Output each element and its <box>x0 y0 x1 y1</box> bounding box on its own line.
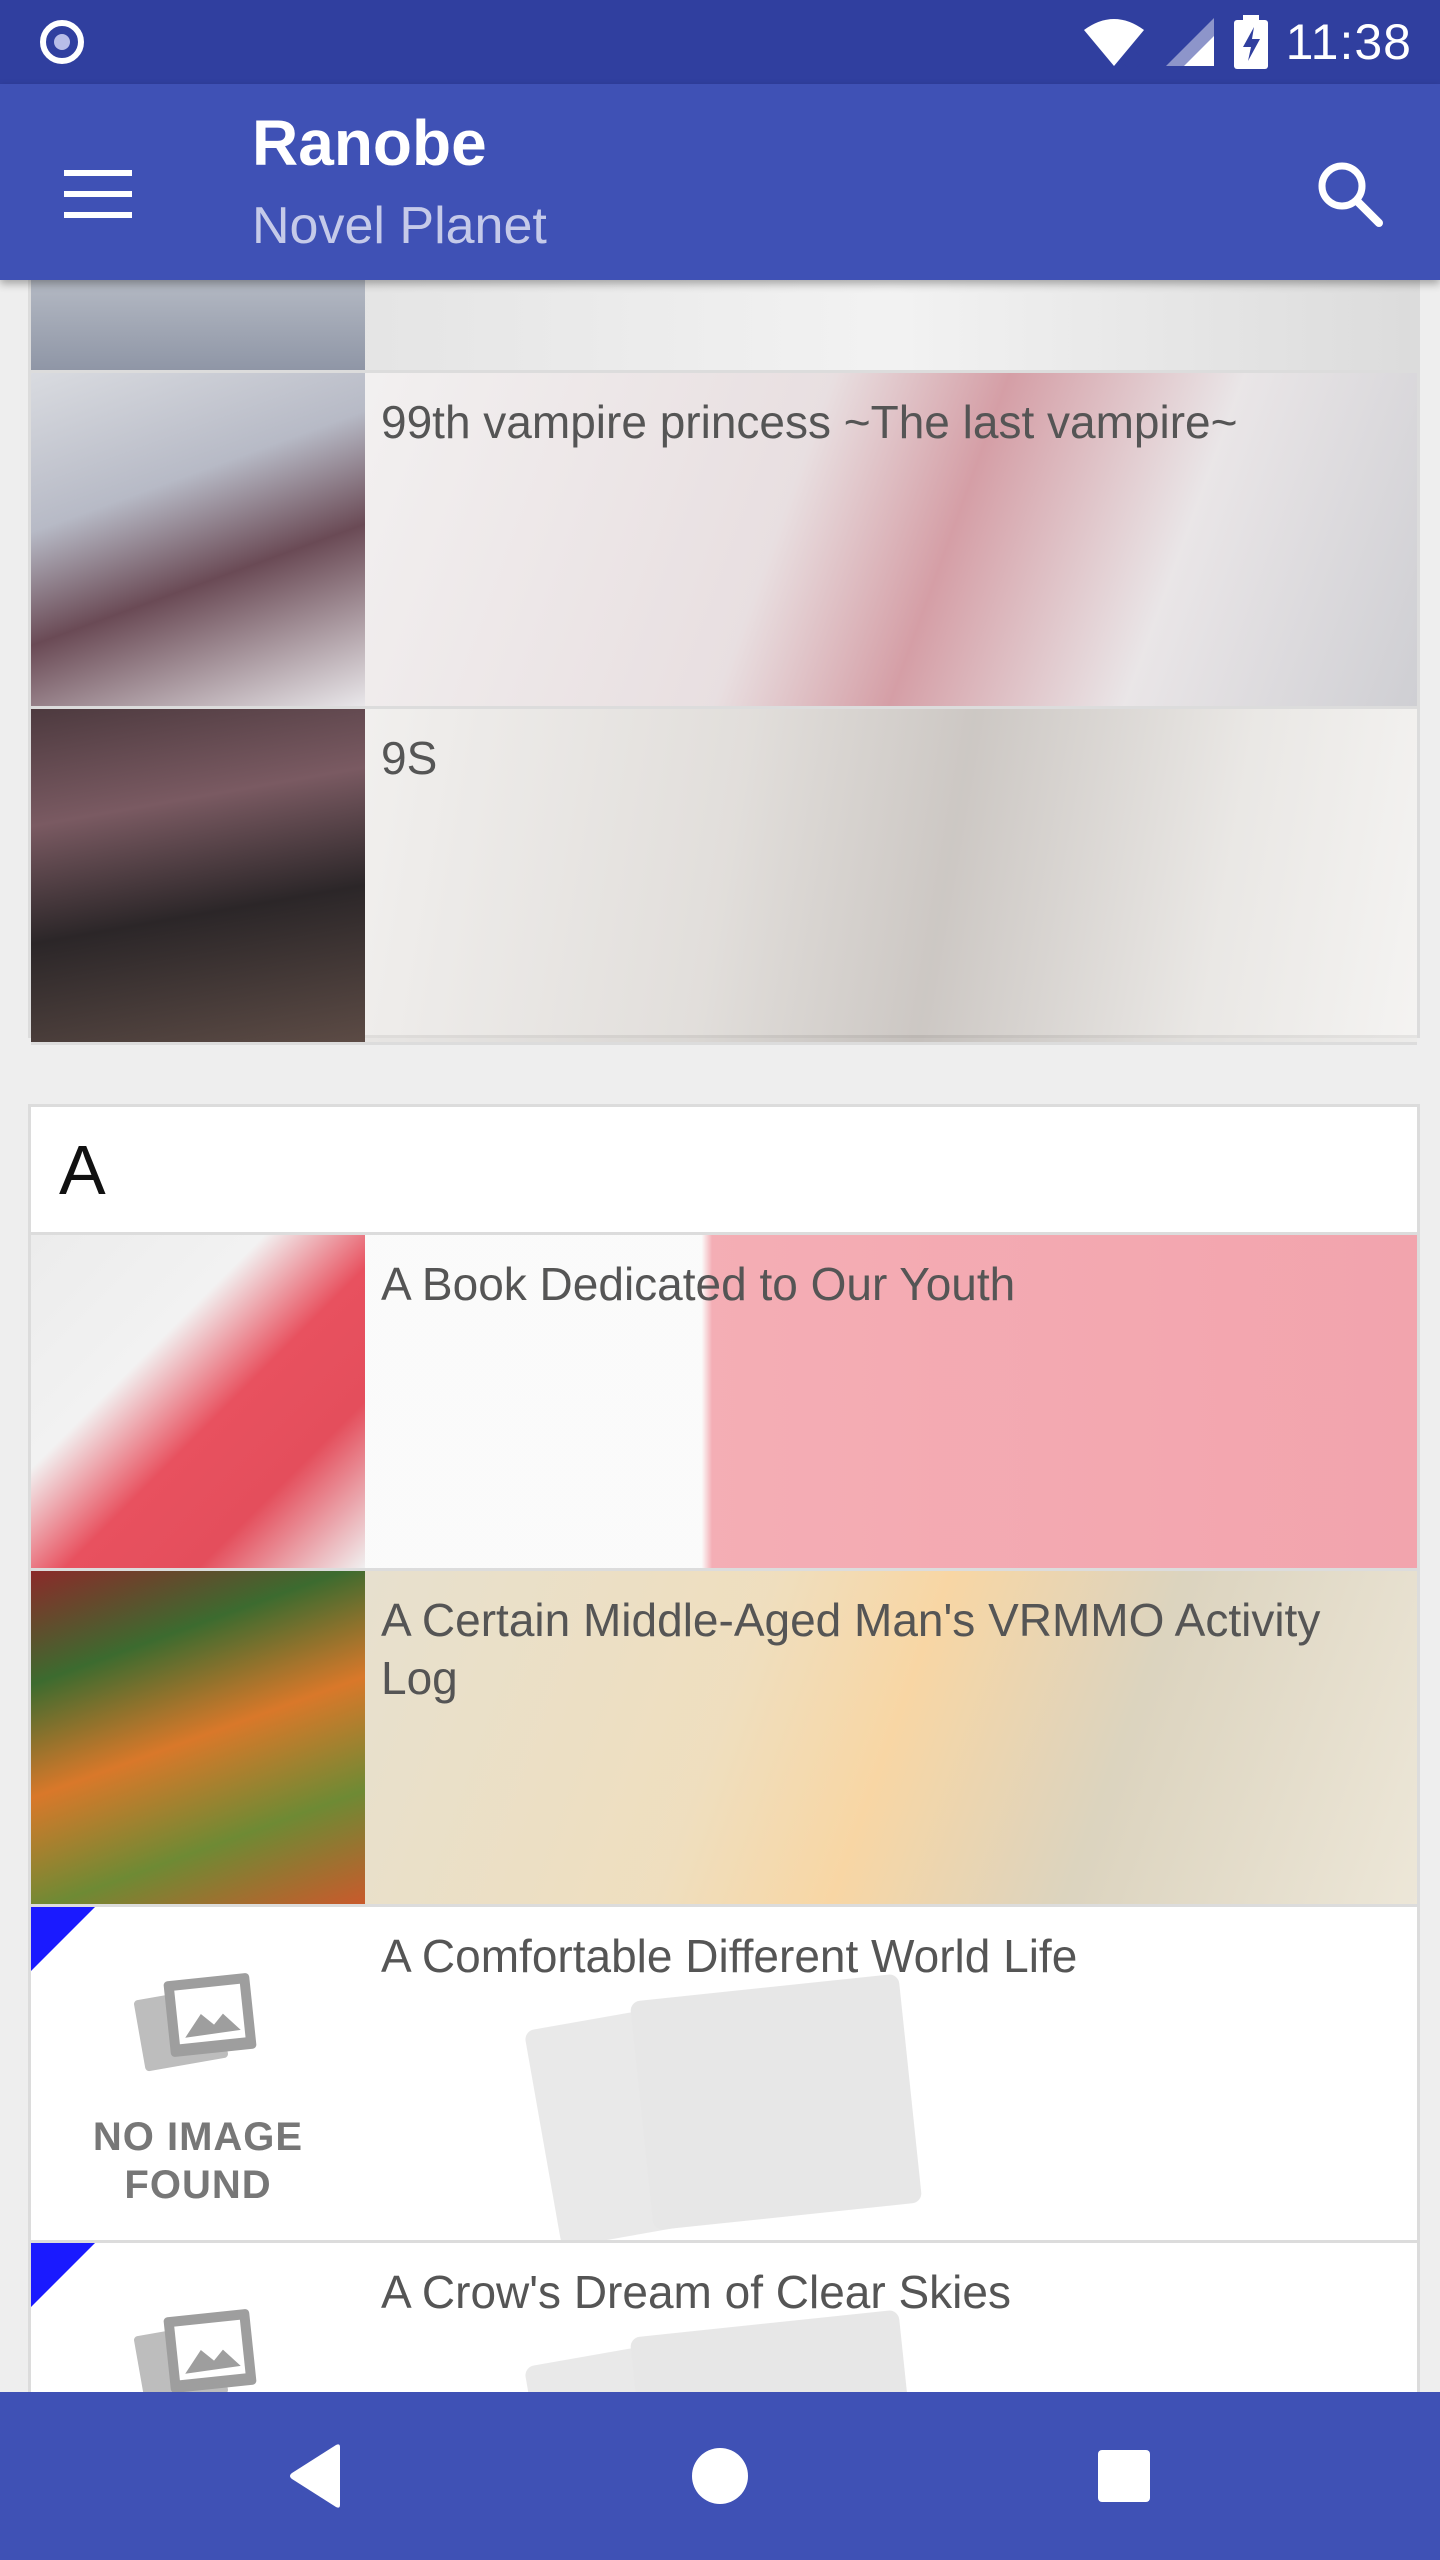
image-placeholder-icon <box>134 2309 257 2392</box>
section-card-a: A A Book Dedicated to Our Youth A Certai… <box>28 1104 1420 2392</box>
battery-charging-icon <box>1233 15 1268 69</box>
list-item[interactable]: A Crow's Dream of Clear Skies <box>31 2243 1417 2392</box>
app-bar: Ranobe Novel Planet <box>0 84 1440 280</box>
cover-image <box>31 373 365 706</box>
section-header: A <box>31 1107 1417 1235</box>
list-item[interactable]: NO IMAGE FOUND A Comfortable Different W… <box>31 1907 1417 2243</box>
recents-icon <box>1098 2450 1150 2502</box>
status-icons: 11:38 <box>1082 10 1412 74</box>
list-item[interactable]: A Book Dedicated to Our Youth <box>31 1235 1417 1571</box>
section-card-numeric: 99th vampire princess ~The last vampire~… <box>28 280 1420 1045</box>
no-image-text: NO IMAGE FOUND <box>92 2115 304 2207</box>
corner-badge <box>31 1907 95 1971</box>
menu-button[interactable] <box>48 144 148 244</box>
image-placeholder-watermark-icon <box>525 1974 922 2240</box>
cover-background <box>365 280 1417 370</box>
recents-button[interactable] <box>1074 2426 1174 2526</box>
hamburger-icon <box>64 170 132 218</box>
home-button[interactable] <box>670 2426 770 2526</box>
cover-image <box>31 280 365 370</box>
novel-title: A Book Dedicated to Our Youth <box>381 1258 1016 1310</box>
no-image-placeholder: NO IMAGE FOUND <box>31 1907 365 2240</box>
notification-icon <box>40 20 84 64</box>
list-item[interactable]: 99th vampire princess ~The last vampire~ <box>31 373 1417 709</box>
list-item[interactable]: A Certain Middle-Aged Man's VRMMO Activi… <box>31 1571 1417 1907</box>
cover-image <box>31 1235 365 1568</box>
status-bar: 11:38 <box>0 0 1440 84</box>
image-placeholder-icon <box>134 1973 257 2072</box>
no-image-placeholder <box>31 2243 365 2392</box>
app-title: Ranobe <box>252 107 487 179</box>
navigation-bar <box>0 2392 1440 2560</box>
back-button[interactable] <box>266 2426 366 2526</box>
novel-title: A Certain Middle-Aged Man's VRMMO Activi… <box>381 1594 1321 1704</box>
cover-image <box>31 709 365 1042</box>
novel-title: 9S <box>381 732 438 784</box>
home-icon <box>692 2448 748 2504</box>
cell-signal-icon <box>1165 18 1214 66</box>
app-subtitle: Novel Planet <box>252 197 547 255</box>
wifi-icon <box>1083 19 1144 68</box>
novel-title: A Crow's Dream of Clear Skies <box>381 2266 1011 2318</box>
list-item[interactable] <box>31 280 1417 373</box>
cover-image <box>31 1571 365 1904</box>
novel-list[interactable]: 99th vampire princess ~The last vampire~… <box>0 280 1440 2392</box>
corner-badge <box>31 2243 95 2307</box>
search-button[interactable] <box>1300 144 1400 244</box>
novel-title: 99th vampire princess ~The last vampire~ <box>381 396 1238 448</box>
clock: 11:38 <box>1285 14 1412 70</box>
list-item[interactable]: 9S <box>31 709 1417 1045</box>
novel-title: A Comfortable Different World Life <box>381 1930 1078 1982</box>
search-icon <box>1318 162 1383 227</box>
back-icon <box>290 2444 340 2508</box>
